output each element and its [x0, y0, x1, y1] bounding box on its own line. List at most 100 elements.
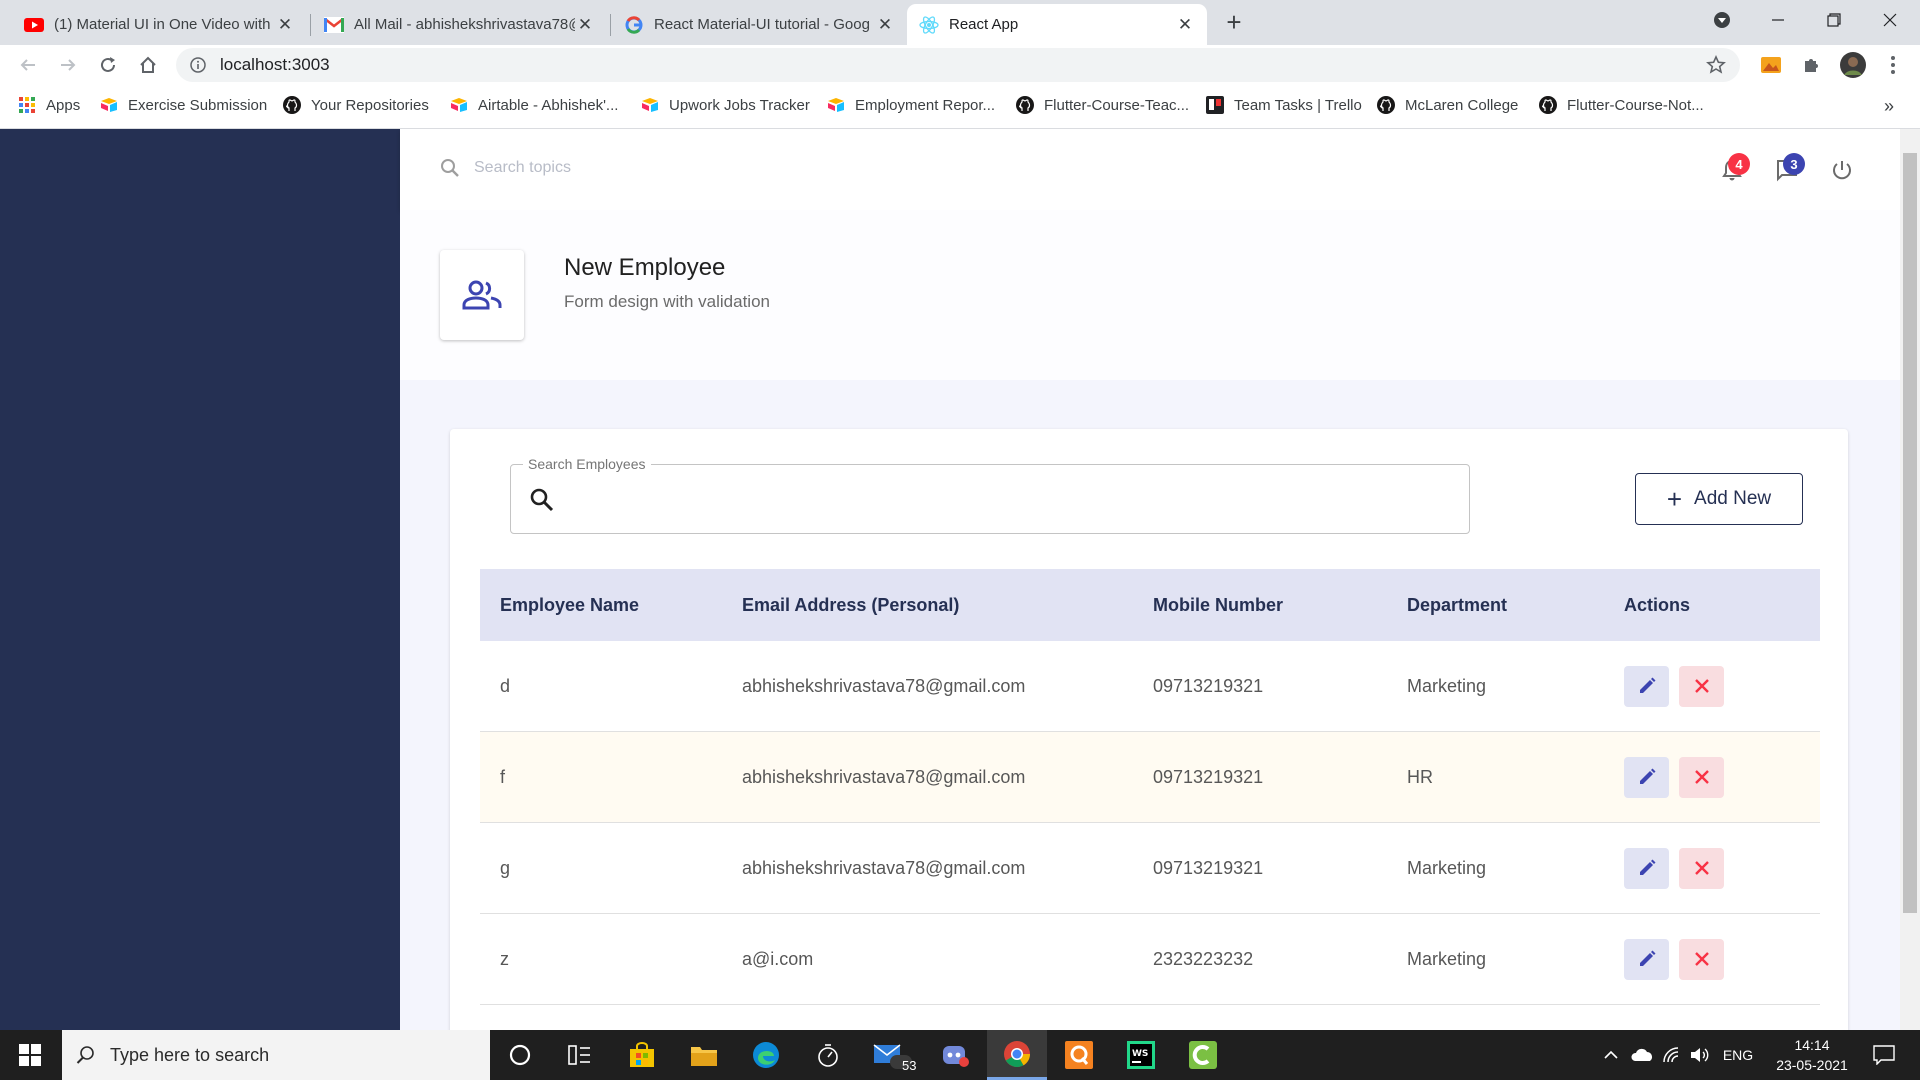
column-header: Actions [1624, 594, 1691, 615]
cortana-icon[interactable] [490, 1030, 550, 1080]
cell-name: z [500, 948, 509, 969]
cell-mobile: 2323223232 [1153, 948, 1254, 969]
bookmark-team-tasks-trello[interactable]: Team Tasks | Trello [1206, 96, 1362, 114]
column-header[interactable]: Department [1407, 595, 1507, 616]
delete-button[interactable] [1679, 756, 1724, 798]
photos-extension-icon[interactable] [1758, 52, 1784, 78]
svg-text:WS: WS [1132, 1049, 1148, 1059]
browser-tab-google[interactable]: React Material-UI tutorial - Goog ✕ [612, 4, 907, 45]
logout-button[interactable] [1822, 150, 1862, 190]
delete-button[interactable] [1679, 665, 1724, 707]
new-tab-button[interactable]: + [1220, 7, 1248, 37]
table-row[interactable]: z a@i.com 2323223232 Marketing [480, 914, 1820, 1005]
search-topics-input[interactable]: Search topics [474, 159, 571, 177]
table-row[interactable]: d abhishekshrivastava78@gmail.com 097132… [480, 641, 1820, 732]
bookmark-flutter-course-not[interactable]: Flutter-Course-Not... [1539, 96, 1704, 114]
cell-email: abhishekshrivastava78@gmail.com [742, 766, 1026, 787]
mail-app-icon[interactable]: 53 [862, 1030, 922, 1080]
microsoft-store-icon[interactable] [612, 1030, 672, 1080]
back-arrow-icon[interactable] [12, 49, 44, 81]
close-tab-icon[interactable]: ✕ [1175, 15, 1195, 35]
github-icon [1539, 96, 1557, 114]
messages-button[interactable]: 3 [1767, 150, 1807, 190]
power-icon [1831, 159, 1853, 181]
edit-button[interactable] [1624, 938, 1669, 980]
language-indicator[interactable]: ENG [1718, 1030, 1758, 1080]
column-header[interactable]: Email Address (Personal) [742, 595, 959, 616]
edit-button[interactable] [1624, 665, 1669, 707]
bookmark-upwork-jobs-tracker[interactable]: Upwork Jobs Tracker [641, 96, 810, 114]
airtable-icon [641, 96, 659, 114]
bookmark-apps[interactable]: Apps [18, 96, 80, 114]
home-icon[interactable] [132, 49, 164, 81]
wifi-icon[interactable] [1660, 1030, 1684, 1080]
reload-icon[interactable] [92, 49, 124, 81]
chrome-menu-icon[interactable] [1880, 52, 1906, 78]
clock-time: 14:14 [1794, 1037, 1830, 1053]
bookmark-star-icon[interactable] [1706, 55, 1726, 75]
taskbar-search-box[interactable]: Type here to search [62, 1030, 490, 1080]
browser-toolbar: localhost:3003 [0, 45, 1920, 85]
close-tab-icon[interactable]: ✕ [875, 15, 895, 35]
search-icon [529, 487, 555, 513]
qbittorrent-q-icon[interactable] [1049, 1030, 1109, 1080]
onedrive-cloud-icon[interactable] [1628, 1030, 1656, 1080]
column-header[interactable]: Mobile Number [1153, 595, 1283, 616]
table-row[interactable]: g abhishekshrivastava78@gmail.com 097132… [480, 823, 1820, 914]
task-view-icon[interactable] [550, 1030, 610, 1080]
stopwatch-app-icon[interactable] [798, 1030, 858, 1080]
webstorm-icon[interactable]: WS [1111, 1030, 1171, 1080]
minimize-icon[interactable] [1750, 0, 1806, 40]
discord-icon[interactable] [925, 1030, 985, 1080]
notifications-badge: 4 [1728, 153, 1750, 175]
extensions-puzzle-icon[interactable] [1799, 52, 1825, 78]
bookmark-label: Team Tasks | Trello [1234, 96, 1362, 114]
google-icon [624, 15, 644, 35]
close-window-icon[interactable] [1862, 0, 1918, 40]
notifications-button[interactable]: 4 [1712, 150, 1752, 190]
bookmark-airtable[interactable]: Airtable - Abhishek'... [450, 96, 618, 114]
address-bar[interactable]: localhost:3003 [176, 48, 1740, 82]
more-bookmarks-button[interactable]: » [1884, 96, 1894, 117]
bookmark-mclaren-college[interactable]: McLaren College [1377, 96, 1518, 114]
browser-tab-youtube[interactable]: (1) Material UI in One Video with ✕ [12, 4, 307, 45]
bookmark-your-repositories[interactable]: Your Repositories [283, 96, 429, 114]
bookmark-employment-report[interactable]: Employment Repor... [827, 96, 995, 114]
edge-browser-icon[interactable] [736, 1030, 796, 1080]
browser-tab-gmail[interactable]: All Mail - abhishekshrivastava78@ ✕ [312, 4, 607, 45]
browser-tab-react-app[interactable]: React App ✕ [907, 4, 1207, 45]
github-icon [1377, 96, 1395, 114]
restore-icon[interactable] [1806, 0, 1862, 40]
forward-arrow-icon[interactable] [52, 49, 84, 81]
site-info-icon[interactable] [190, 57, 206, 73]
page-scrollbar-thumb[interactable] [1903, 153, 1917, 913]
employee-search-field[interactable]: Search Employees [510, 456, 1470, 534]
tab-search-icon[interactable] [1694, 0, 1750, 40]
edit-button[interactable] [1624, 756, 1669, 798]
cell-department: Marketing [1407, 857, 1487, 878]
file-explorer-icon[interactable] [674, 1030, 734, 1080]
profile-avatar[interactable] [1840, 52, 1866, 78]
edit-pencil-icon [1637, 858, 1657, 878]
trello-icon [1206, 96, 1224, 114]
table-row[interactable]: f abhishekshrivastava78@gmail.com 097132… [480, 732, 1820, 823]
github-icon [283, 96, 301, 114]
close-tab-icon[interactable]: ✕ [575, 15, 595, 35]
volume-icon[interactable] [1688, 1030, 1712, 1080]
delete-button[interactable] [1679, 847, 1724, 889]
bookmark-flutter-course-teac[interactable]: Flutter-Course-Teac... [1016, 96, 1189, 114]
taskbar-clock[interactable]: 14:14 23-05-2021 [1764, 1035, 1860, 1075]
chrome-icon[interactable] [987, 1030, 1047, 1080]
close-tab-icon[interactable]: ✕ [275, 15, 295, 35]
edit-button[interactable] [1624, 847, 1669, 889]
column-header[interactable]: Employee Name [500, 595, 639, 616]
windows-start-icon[interactable] [0, 1030, 60, 1080]
delete-button[interactable] [1679, 938, 1724, 980]
bookmark-exercise-submission[interactable]: Exercise Submission [100, 96, 267, 114]
taskbar-search-input[interactable]: Type here to search [110, 1045, 269, 1066]
topic-search[interactable]: Search topics [440, 158, 571, 178]
camtasia-icon[interactable] [1173, 1030, 1233, 1080]
add-new-button[interactable]: + Add New [1635, 473, 1803, 525]
show-hidden-icons-chevron-icon[interactable] [1600, 1030, 1622, 1080]
action-center-icon[interactable] [1864, 1030, 1904, 1080]
